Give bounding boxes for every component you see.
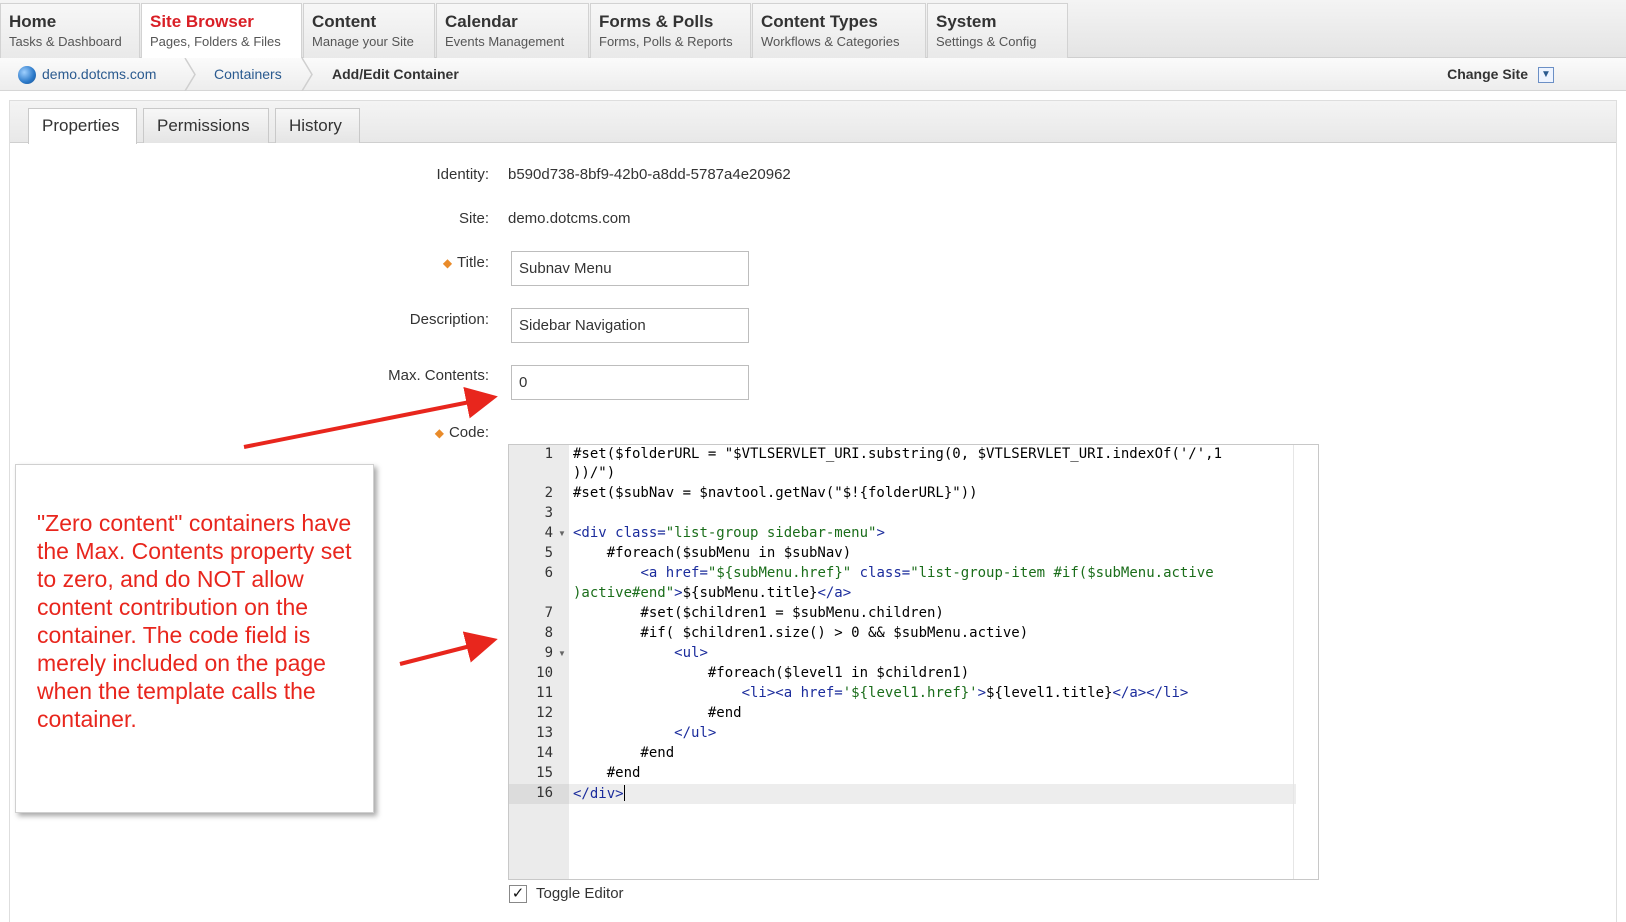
line-number: 3 xyxy=(544,505,553,521)
nav-tab-content[interactable]: Content Manage your Site xyxy=(303,3,435,58)
code-line: #end xyxy=(573,765,641,781)
site-value: demo.dotcms.com xyxy=(508,210,631,227)
annotation-callout: "Zero content" containers have the Max. … xyxy=(15,464,374,813)
tab-history[interactable]: History xyxy=(275,108,360,143)
title-input[interactable] xyxy=(511,251,749,286)
max-contents-label: Max. Contents: xyxy=(388,367,489,384)
code-line: #if( $children1.size() > 0 && $subMenu.a… xyxy=(573,625,1029,641)
chevron-down-icon[interactable]: ▼ xyxy=(1538,67,1554,83)
code-label: ◆ Code: xyxy=(330,424,489,441)
nav-tab-subtitle: Events Management xyxy=(445,34,565,49)
code-label-text: Code: xyxy=(448,424,489,441)
fold-arrow-icon[interactable]: ▼ xyxy=(558,529,566,538)
nav-tab-title: Calendar xyxy=(445,12,518,31)
breadcrumb-site-link[interactable]: demo.dotcms.com xyxy=(42,58,156,91)
nav-tab-system[interactable]: System Settings & Config xyxy=(927,3,1068,58)
nav-tab-title: Forms & Polls xyxy=(599,12,714,31)
code-line: #foreach($level1 in $children1) xyxy=(573,665,970,681)
toggle-editor-checkbox[interactable]: ✓ xyxy=(509,885,527,903)
code-editor[interactable]: 1 2 3 4 ▼ 5 6 7 8 9 ▼ 10 11 12 13 14 15 … xyxy=(508,444,1319,880)
annotation-text: "Zero content" containers have the Max. … xyxy=(37,510,352,732)
code-line: #set($children1 = $subMenu.children) xyxy=(573,605,944,621)
nav-tab-forms-polls[interactable]: Forms & Polls Forms, Polls & Reports xyxy=(590,3,751,58)
line-number: 10 xyxy=(536,665,553,681)
line-number: 13 xyxy=(536,725,553,741)
nav-tab-subtitle: Workflows & Categories xyxy=(761,34,900,49)
tab-permissions[interactable]: Permissions xyxy=(143,108,269,143)
line-number: 15 xyxy=(536,765,553,781)
code-line: #end xyxy=(573,745,675,761)
code-line: #set($folderURL = "$VTLSERVLET_URI.subst… xyxy=(573,446,1223,462)
nav-tab-home[interactable]: Home Tasks & Dashboard xyxy=(0,3,140,58)
top-navigation: Home Tasks & Dashboard Site Browser Page… xyxy=(0,0,1626,59)
site-label: Site: xyxy=(458,210,489,227)
nav-tab-subtitle: Tasks & Dashboard xyxy=(9,34,122,49)
nav-tab-title: Content Types xyxy=(761,12,878,31)
globe-icon xyxy=(18,66,36,84)
line-number: 16 xyxy=(536,785,553,801)
line-number: 2 xyxy=(544,485,553,501)
code-line: <ul> xyxy=(674,645,708,661)
line-number: 9 xyxy=(544,645,553,661)
title-label-text: Title: xyxy=(457,254,489,271)
code-line: <li><a href='${level1.href}'>${level1.ti… xyxy=(741,685,1189,701)
nav-tab-subtitle: Forms, Polls & Reports xyxy=(599,34,733,49)
tab-properties[interactable]: Properties xyxy=(28,108,137,144)
identity-label: Identity: xyxy=(436,166,489,183)
nav-tab-subtitle: Pages, Folders & Files xyxy=(150,34,281,49)
code-line: </div> xyxy=(573,785,625,802)
nav-tab-site-browser[interactable]: Site Browser Pages, Folders & Files xyxy=(141,3,302,59)
required-icon: ◆ xyxy=(434,426,444,440)
nav-tab-subtitle: Manage your Site xyxy=(312,34,414,49)
line-number: 6 xyxy=(544,565,553,581)
description-label: Description: xyxy=(409,311,489,328)
line-number: 5 xyxy=(544,545,553,561)
description-input[interactable] xyxy=(511,308,749,343)
code-line: <a href="${subMenu.href}" class="list-gr… xyxy=(640,565,1214,581)
identity-value: b590d738-8bf9-42b0-a8dd-5787a4e20962 xyxy=(508,166,791,183)
code-line: #set($subNav = $navtool.getNav("$!{folde… xyxy=(573,485,978,501)
nav-tab-title: System xyxy=(936,12,997,31)
code-line: )active#end">${subMenu.title}</a> xyxy=(573,585,852,601)
required-icon: ◆ xyxy=(442,256,453,270)
nav-tab-subtitle: Settings & Config xyxy=(936,34,1037,49)
editor-current-line xyxy=(569,784,1296,804)
line-number: 4 xyxy=(544,525,553,541)
line-number: 7 xyxy=(544,605,553,621)
line-number: 14 xyxy=(536,745,553,761)
editor-print-margin xyxy=(1293,445,1294,879)
title-label: ◆ Title: xyxy=(330,254,489,271)
tab-strip: Properties Permissions History xyxy=(10,101,1616,144)
nav-tab-title: Site Browser xyxy=(150,12,254,31)
toggle-editor-label: Toggle Editor xyxy=(536,885,624,902)
fold-arrow-icon[interactable]: ▼ xyxy=(558,649,566,658)
breadcrumb-current: Add/Edit Container xyxy=(332,66,459,82)
nav-tab-title: Home xyxy=(9,12,57,31)
breadcrumb-containers-link[interactable]: Containers xyxy=(214,58,282,91)
code-line: ))/") xyxy=(573,465,616,481)
code-line: #foreach($subMenu in $subNav) xyxy=(573,545,852,561)
nav-tab-title: Content xyxy=(312,12,377,31)
text-cursor xyxy=(623,785,625,801)
breadcrumb-separator-icon xyxy=(184,58,196,91)
max-contents-input[interactable] xyxy=(511,365,749,400)
nav-tab-calendar[interactable]: Calendar Events Management xyxy=(436,3,589,58)
code-line: <div class="list-group sidebar-menu"> xyxy=(573,525,885,541)
code-line: #end xyxy=(573,705,742,721)
change-site-label[interactable]: Change Site xyxy=(1447,58,1528,91)
code-line: </ul> xyxy=(674,725,717,741)
line-number: 1 xyxy=(544,446,553,462)
breadcrumb-separator-icon xyxy=(301,58,313,91)
line-number: 8 xyxy=(544,625,553,641)
line-number: 11 xyxy=(536,685,553,701)
nav-tab-content-types[interactable]: Content Types Workflows & Categories xyxy=(752,3,926,58)
line-number: 12 xyxy=(536,705,553,721)
breadcrumb: demo.dotcms.com Containers Add/Edit Cont… xyxy=(0,58,1626,91)
